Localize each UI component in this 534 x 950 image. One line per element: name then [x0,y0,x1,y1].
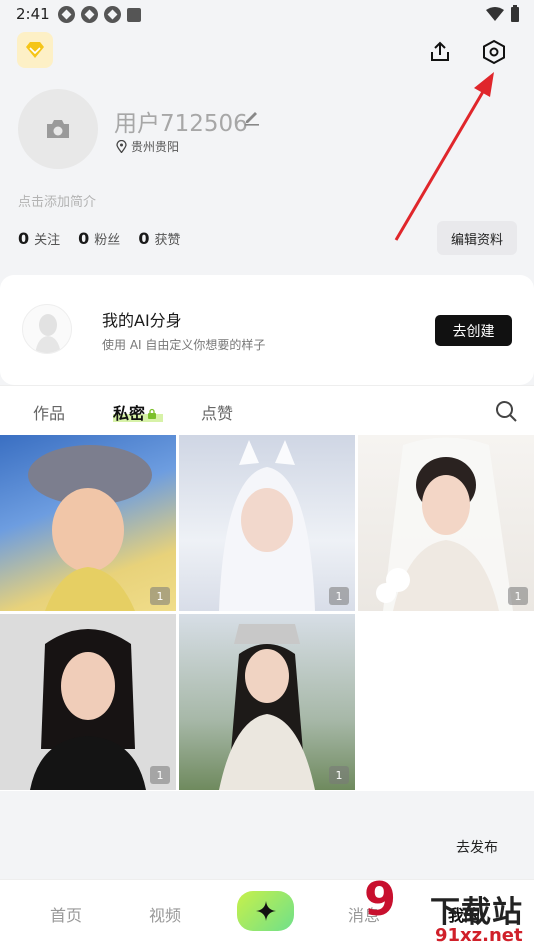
battery-icon [511,5,519,22]
publish-button[interactable]: 去发布 [456,837,498,857]
hexagon-settings-icon [483,39,505,65]
nav-home[interactable]: 首页 [50,902,82,926]
vip-button[interactable] [17,32,53,68]
sparkle-icon [255,901,276,921]
settings-button[interactable] [478,36,510,68]
item-count-badge: 1 [508,587,528,605]
portrait-image [28,445,152,611]
publish-area: 去发布 [0,791,534,879]
content-tabs: 作品 私密 点赞 [0,385,534,435]
watermark-logo: 9 [364,872,397,926]
share-button[interactable] [424,36,456,68]
mannequin-image [35,314,61,353]
ai-avatar-card: 我的AI分身 使用 AI 自由定义你想要的样子 去创建 [0,275,534,385]
stat-label: 获赞 [154,233,181,248]
item-count-badge: 1 [329,587,349,605]
search-icon[interactable] [494,399,518,423]
notification-icon [127,8,141,22]
username[interactable]: 用户712506 [114,104,248,138]
tab-works[interactable]: 作品 [33,400,65,424]
portrait-image [376,437,513,611]
notification-icon [81,6,98,23]
stat-likes[interactable]: 0 获赞 [138,229,180,248]
item-count-badge: 1 [150,766,170,784]
share-upload-icon [431,41,449,61]
location-text: 贵州贵阳 [131,140,180,154]
lock-icon [148,408,157,419]
ai-card-title: 我的AI分身 [102,311,182,330]
pencil-icon[interactable] [243,108,261,126]
status-bar: 2:41 [0,0,534,28]
grid-item[interactable]: 1 [179,614,355,790]
tab-private[interactable]: 私密 [113,400,157,424]
status-notification-icons [58,6,141,23]
edit-profile-button[interactable]: 编辑资料 [437,221,517,255]
location: 贵州贵阳 [116,138,179,155]
nav-video[interactable]: 视频 [149,902,181,926]
grid-item[interactable]: 1 [0,435,176,611]
stats-row: 0 关注 0 粉丝 0 获赞 [18,229,180,248]
portrait-image [219,624,315,790]
portrait-image [219,440,315,611]
wifi-icon [486,7,504,21]
status-system-icons [486,5,520,23]
stat-label: 关注 [34,233,61,248]
image-grid: 1 1 1 1 1 [0,435,534,791]
ai-card-description: 使用 AI 自由定义你想要的样子 [102,338,266,352]
top-bar [0,28,534,78]
notification-icon [104,6,121,23]
item-count-badge: 1 [150,587,170,605]
stat-value: 0 [138,229,150,248]
portrait-image [30,629,146,790]
stat-following[interactable]: 0 关注 [18,229,60,248]
avatar[interactable] [18,89,98,169]
diamond-icon [26,42,44,58]
grid-item[interactable]: 1 [358,435,534,611]
create-ai-avatar-button[interactable]: 去创建 [435,315,512,346]
nav-create-button[interactable] [237,891,294,931]
grid-item[interactable]: 1 [179,435,355,611]
ai-avatar-image [22,304,72,354]
notification-icon [58,6,75,23]
item-count-badge: 1 [329,766,349,784]
stat-followers[interactable]: 0 粉丝 [78,229,120,248]
status-time: 2:41 [16,5,50,23]
bio-placeholder[interactable]: 点击添加简介 [18,191,96,210]
grid-item[interactable]: 1 [0,614,176,790]
stat-value: 0 [78,229,90,248]
tab-likes[interactable]: 点赞 [201,400,233,424]
watermark-site: 91xz.net [435,925,523,946]
stat-value: 0 [18,229,30,248]
location-pin-icon [116,140,127,153]
stat-label: 粉丝 [94,233,121,248]
camera-icon [47,120,69,138]
